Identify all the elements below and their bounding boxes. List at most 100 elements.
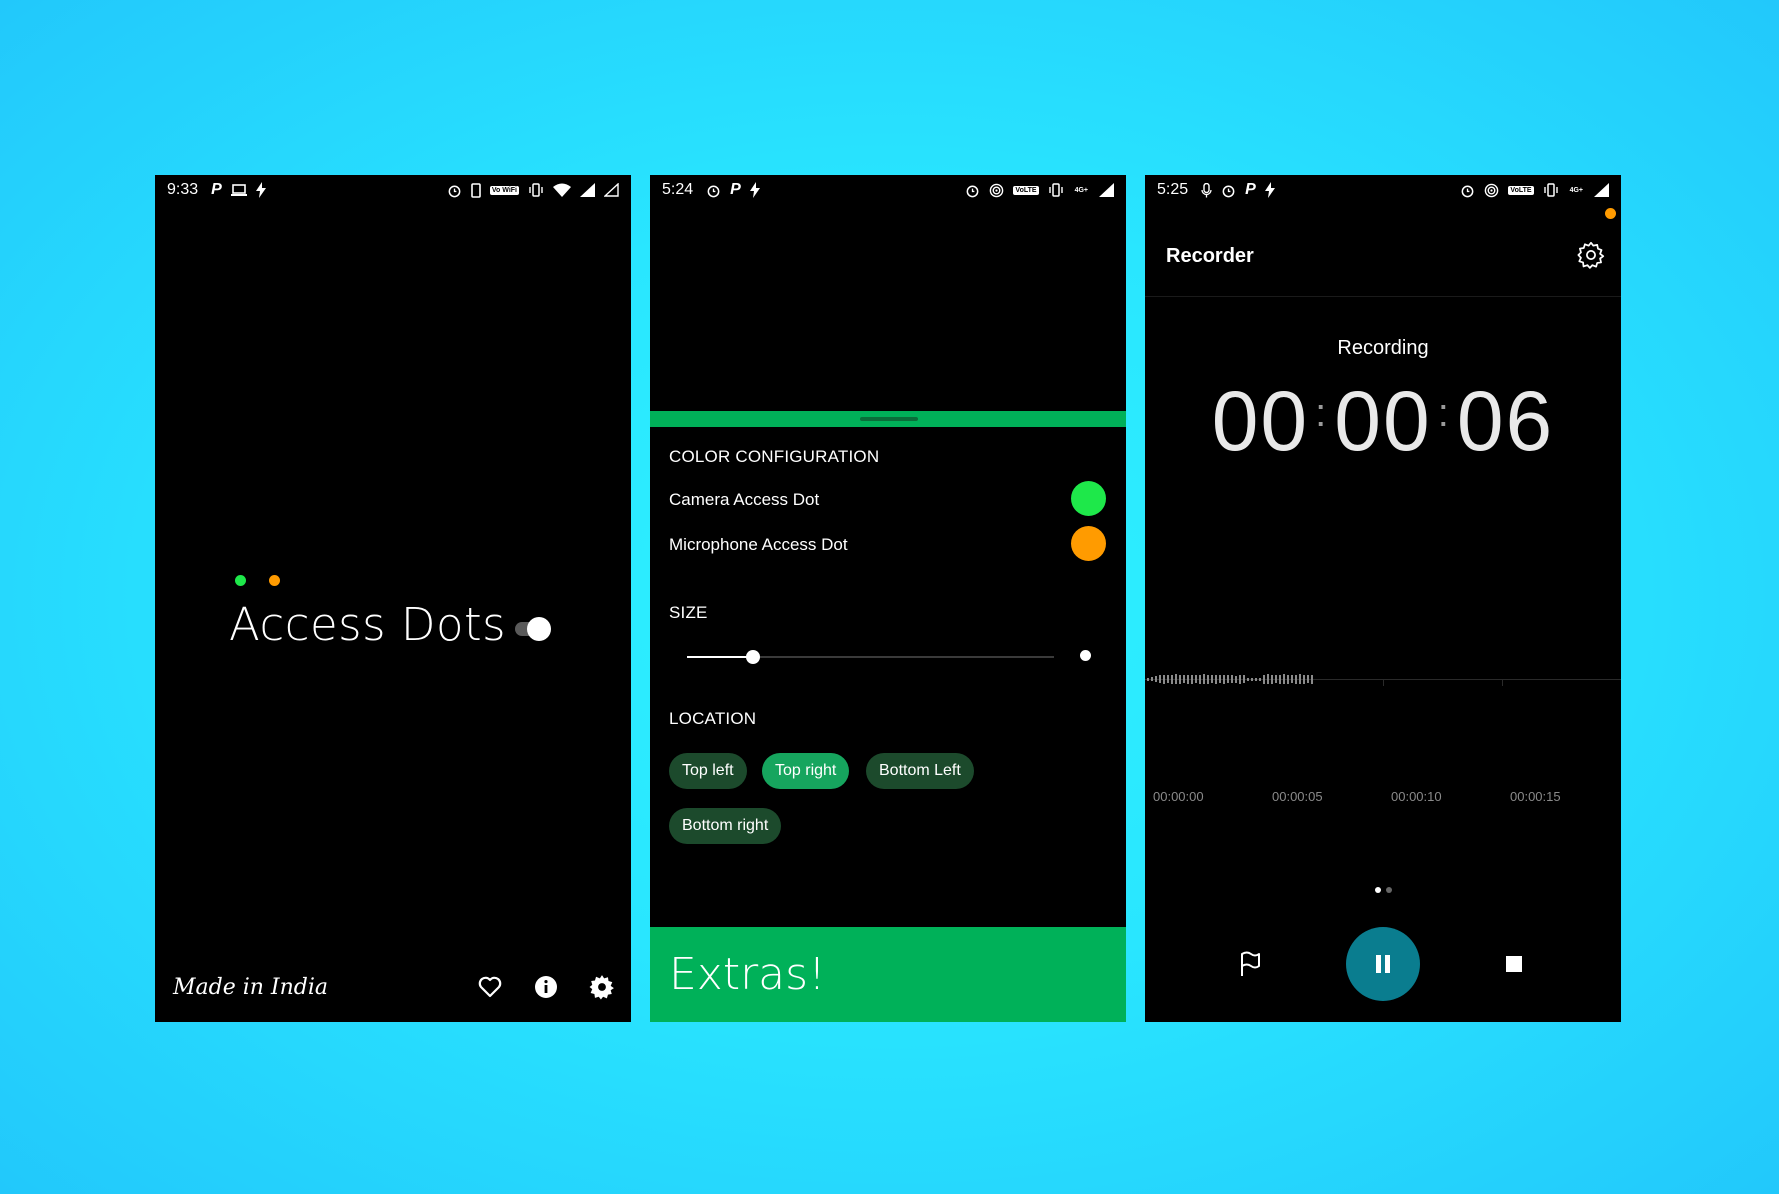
waveform-bar — [1271, 674, 1273, 684]
flag-icon — [1241, 951, 1260, 976]
vibrate-icon — [529, 183, 543, 197]
heart-icon[interactable] — [477, 974, 503, 1000]
size-heading: SIZE — [669, 603, 708, 622]
hotspot-icon — [1485, 183, 1499, 197]
waveform-bar — [1175, 674, 1177, 684]
signal-empty-icon — [604, 183, 619, 197]
sheet-drag-handle[interactable] — [860, 417, 918, 421]
volte-tag: VoLTE — [1508, 185, 1534, 195]
app-title: Access Dots — [229, 598, 507, 651]
chip-bottom-left[interactable]: Bottom Left — [866, 753, 974, 789]
timeline-label: 00:00:10 — [1391, 789, 1442, 804]
charging-bolt-icon — [749, 182, 760, 198]
timeline-tick — [1502, 680, 1503, 686]
header-divider — [1145, 296, 1621, 297]
waveform-bar — [1263, 674, 1265, 684]
alarm-icon — [1462, 185, 1474, 197]
chip-top-right[interactable]: Top right — [762, 753, 850, 789]
signal-icon — [580, 183, 595, 197]
enable-toggle[interactable] — [515, 616, 551, 642]
timer-seconds: 06 — [1456, 374, 1555, 468]
waveform-bar — [1227, 675, 1229, 683]
waveform-bar — [1155, 676, 1157, 682]
waveform-bar — [1235, 675, 1237, 683]
charging-bolt-icon — [1264, 182, 1275, 198]
chip-bottom-right[interactable]: Bottom right — [669, 808, 782, 844]
waveform-bar — [1251, 677, 1253, 681]
recorder-screen: 5:25 P VoLTE 4G+ Recorder Recording 00:0… — [1145, 175, 1621, 1022]
waveform-bar — [1199, 674, 1201, 684]
waveform-bar — [1171, 674, 1173, 684]
microphone-icon — [1201, 182, 1212, 197]
microphone-color-swatch[interactable] — [1071, 526, 1106, 561]
phone-outline-icon — [471, 182, 481, 198]
waveform-bar — [1255, 677, 1257, 681]
parking-icon: P — [730, 181, 741, 198]
waveform-bar — [1279, 674, 1281, 684]
vibrate-icon — [1543, 183, 1558, 197]
slider-knob[interactable] — [746, 650, 761, 664]
page-dot — [1374, 887, 1381, 893]
size-slider[interactable] — [687, 647, 1054, 667]
status-bar: 5:25 P VoLTE 4G+ — [1145, 175, 1621, 205]
camera-color-swatch[interactable] — [1071, 481, 1106, 516]
waveform-bar — [1283, 674, 1285, 684]
waveform-bar — [1159, 675, 1161, 683]
waveform-bar — [1307, 675, 1309, 683]
alarm-icon — [967, 185, 979, 197]
waveform-bar — [1163, 674, 1165, 684]
wifi-icon — [553, 183, 571, 197]
recording-status: Recording — [1337, 337, 1429, 359]
network-tag: 4G+ — [1569, 186, 1583, 194]
extras-heading: Extras! — [669, 949, 826, 1000]
made-in-india-text: Made in India — [173, 975, 329, 1000]
footer-actions — [477, 974, 615, 1000]
stop-icon — [1506, 956, 1522, 972]
waveform-bar — [1223, 674, 1225, 684]
timer-separator: : — [1437, 391, 1451, 435]
waveform-bar — [1147, 677, 1149, 681]
camera-access-dot-label: Camera Access Dot — [669, 490, 820, 509]
settings-gear-icon[interactable] — [1577, 241, 1605, 269]
waveform-bar — [1183, 675, 1185, 683]
access-dots-settings-screen: 5:24 P VoLTE 4G+ COLOR CONFIGURATION Cam… — [650, 175, 1126, 1022]
waveform-bar — [1299, 674, 1301, 684]
waveform-bar — [1179, 674, 1181, 684]
signal-icon — [1594, 183, 1609, 197]
waveform-bar — [1187, 674, 1189, 684]
info-icon[interactable] — [533, 974, 559, 1000]
waveform-bar — [1203, 674, 1205, 684]
stop-button[interactable] — [1501, 951, 1527, 977]
access-dots-home-screen: 9:33 P Vo WiFi Access Dots Made in India — [155, 175, 631, 1022]
timeline-label: 00:00:00 — [1153, 789, 1204, 804]
pause-button[interactable] — [1346, 927, 1420, 1001]
chip-top-left[interactable]: Top left — [669, 753, 747, 789]
laptop-icon — [230, 184, 247, 196]
page-dot — [1385, 887, 1392, 893]
recorder-title: Recorder — [1166, 245, 1254, 267]
waveform-bar — [1247, 677, 1249, 681]
parking-icon: P — [1245, 181, 1256, 198]
waveform-bar — [1303, 674, 1305, 684]
flag-button[interactable] — [1235, 949, 1265, 979]
timer-separator: : — [1315, 391, 1329, 435]
waveform-bar — [1243, 675, 1245, 683]
waveform-bar — [1215, 674, 1217, 684]
charging-bolt-icon — [255, 182, 266, 198]
alarm-icon — [1222, 185, 1235, 197]
toggle-thumb — [527, 617, 551, 641]
waveform-bar — [1195, 675, 1197, 683]
status-time: 5:25 — [1157, 181, 1189, 198]
gear-icon[interactable] — [589, 974, 615, 1000]
waveform-bar — [1287, 674, 1289, 684]
timeline-label: 00:00:15 — [1510, 789, 1561, 804]
timeline-label: 00:00:05 — [1272, 789, 1323, 804]
waveform-bar — [1207, 674, 1209, 684]
waveform-bar — [1167, 675, 1169, 683]
camera-access-dot — [235, 575, 246, 586]
extras-panel[interactable]: Extras! — [650, 927, 1126, 1022]
waveform-bar — [1311, 674, 1313, 684]
vowifi-tag: Vo WiFi — [489, 185, 519, 195]
microphone-access-dot — [269, 575, 280, 586]
network-tag: 4G+ — [1074, 186, 1088, 194]
